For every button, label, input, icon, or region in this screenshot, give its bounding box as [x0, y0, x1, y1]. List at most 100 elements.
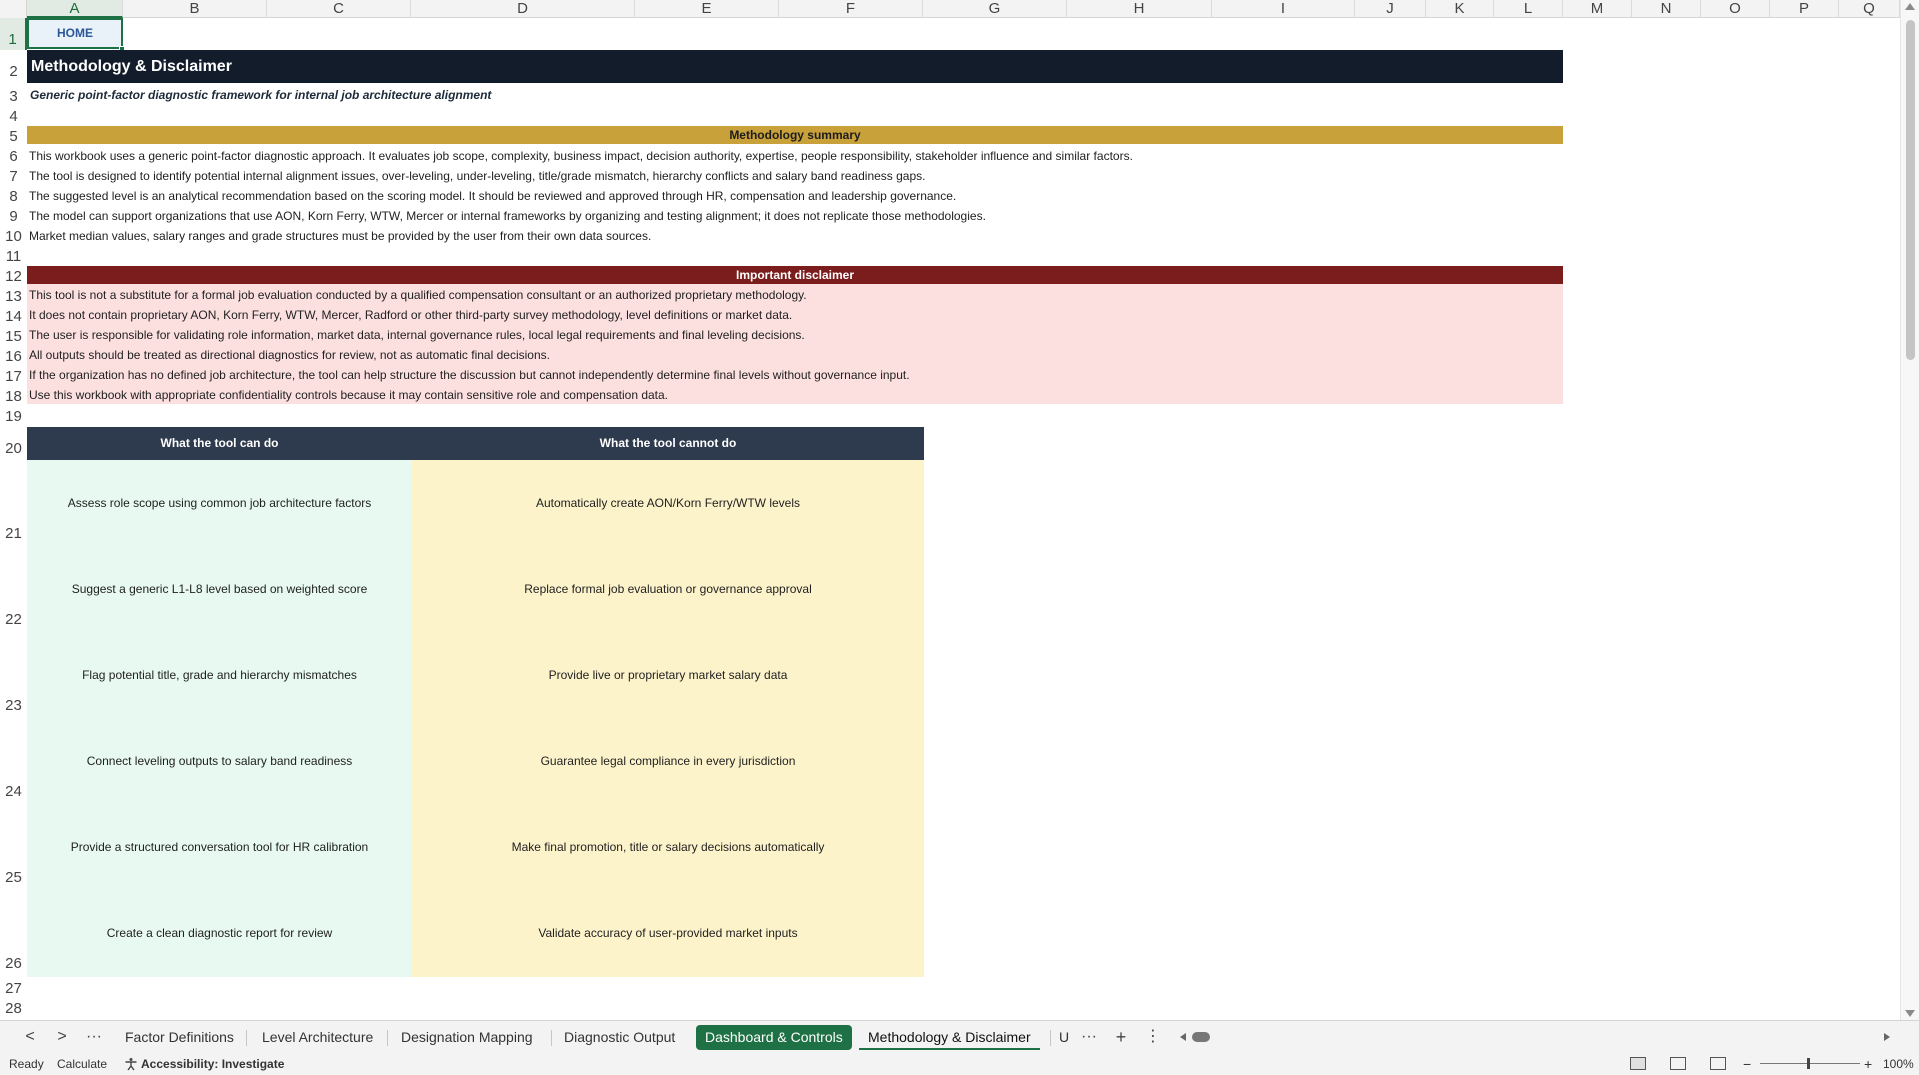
page-layout-view-icon[interactable] [1670, 1057, 1686, 1070]
status-ready: Ready [9, 1057, 44, 1071]
select-all-corner[interactable] [0, 0, 27, 18]
zoom-slider[interactable] [1760, 1063, 1860, 1064]
row-header-20[interactable]: 20 [0, 425, 27, 461]
zoom-out-button[interactable]: − [1743, 1053, 1751, 1075]
row-header-19[interactable]: 19 [0, 405, 27, 425]
column-header-c[interactable]: C [267, 0, 411, 18]
row-header-13[interactable]: 13 [0, 285, 27, 305]
cannot-do-item: Provide live or proprietary market salar… [548, 668, 788, 682]
scroll-right-icon[interactable] [1884, 1033, 1890, 1041]
column-header-d[interactable]: D [411, 0, 635, 18]
row-header-22[interactable]: 22 [0, 547, 27, 633]
tab-methodology-disclaimer[interactable]: Methodology & Disclaimer [859, 1025, 1040, 1050]
row-header-9[interactable]: 9 [0, 205, 27, 225]
column-header-i[interactable]: I [1212, 0, 1355, 18]
can-do-column [27, 460, 412, 977]
zoom-level[interactable]: 100% [1883, 1053, 1914, 1075]
row-header-15[interactable]: 15 [0, 325, 27, 345]
accessibility-icon[interactable] [123, 1053, 139, 1075]
row-header-14[interactable]: 14 [0, 305, 27, 325]
disclaimer-section-header: Important disclaimer [27, 266, 1563, 284]
tab-factor-definitions[interactable]: Factor Definitions [116, 1025, 243, 1050]
tab-separator [1050, 1030, 1051, 1046]
methodology-line: The suggested level is an analytical rec… [29, 189, 957, 203]
row-header-17[interactable]: 17 [0, 365, 27, 385]
methodology-line: The tool is designed to identify potenti… [29, 169, 926, 183]
column-header-e[interactable]: E [635, 0, 779, 18]
row-header-23[interactable]: 23 [0, 633, 27, 719]
next-sheet-button[interactable]: > [50, 1026, 74, 1048]
row-header-8[interactable]: 8 [0, 185, 27, 205]
prev-sheet-button[interactable]: < [18, 1026, 42, 1048]
column-header-m[interactable]: M [1563, 0, 1632, 18]
can-do-item: Flag potential title, grade and hierarch… [82, 668, 357, 682]
column-header-n[interactable]: N [1632, 0, 1701, 18]
row-header-24[interactable]: 24 [0, 719, 27, 805]
disclaimer-line: This tool is not a substitute for a form… [29, 288, 807, 302]
column-header-p[interactable]: P [1770, 0, 1839, 18]
tab-diagnostic-output[interactable]: Diagnostic Output [555, 1025, 684, 1050]
column-headers: A B C D E F G H I J K L M N O P Q [0, 0, 1900, 18]
scroll-down-icon[interactable] [1905, 1010, 1915, 1017]
normal-view-icon[interactable] [1630, 1057, 1646, 1070]
sheet-options-button[interactable]: ⋮ [1141, 1026, 1165, 1048]
column-header-f[interactable]: F [779, 0, 923, 18]
scroll-left-icon[interactable] [1180, 1033, 1186, 1041]
column-header-g[interactable]: G [923, 0, 1067, 18]
column-header-o[interactable]: O [1701, 0, 1770, 18]
tab-designation-mapping[interactable]: Designation Mapping [392, 1025, 542, 1050]
row-header-26[interactable]: 26 [0, 891, 27, 977]
row-header-7[interactable]: 7 [0, 165, 27, 185]
row-header-2[interactable]: 2 [0, 50, 27, 85]
scroll-up-icon[interactable] [1905, 3, 1915, 10]
row-header-21[interactable]: 21 [0, 461, 27, 547]
sheet-grid[interactable]: HOME Methodology & Disclaimer Generic po… [27, 18, 1900, 1018]
overflow-more-button[interactable]: ··· [1077, 1026, 1101, 1048]
can-do-item: Create a clean diagnostic report for rev… [106, 926, 333, 940]
row-header-10[interactable]: 10 [0, 225, 27, 245]
column-header-h[interactable]: H [1067, 0, 1212, 18]
row-header-28[interactable]: 28 [0, 997, 27, 1017]
home-link-cell[interactable]: HOME [27, 18, 123, 49]
column-header-q[interactable]: Q [1839, 0, 1900, 18]
row-header-18[interactable]: 18 [0, 385, 27, 405]
zoom-in-button[interactable]: + [1864, 1053, 1872, 1075]
zoom-slider-thumb[interactable] [1807, 1058, 1810, 1069]
page-break-view-icon[interactable] [1710, 1057, 1726, 1070]
methodology-section-header: Methodology summary [27, 126, 1563, 144]
column-header-k[interactable]: K [1426, 0, 1494, 18]
vertical-scrollbar[interactable] [1900, 0, 1919, 1020]
status-bar: Ready Calculate Accessibility: Investiga… [0, 1053, 1919, 1075]
row-header-16[interactable]: 16 [0, 345, 27, 365]
row-headers: 1 2 3 4 5 6 7 8 9 10 11 12 13 14 15 16 1… [0, 18, 27, 1018]
tab-dashboard-controls[interactable]: Dashboard & Controls [696, 1025, 852, 1050]
more-sheets-button[interactable]: ··· [82, 1026, 106, 1048]
disclaimer-line: The user is responsible for validating r… [29, 328, 805, 342]
horizontal-scrollbar[interactable] [1180, 1032, 1890, 1042]
add-sheet-button[interactable]: + [1109, 1026, 1133, 1048]
column-header-a[interactable]: A [27, 0, 123, 18]
column-header-j[interactable]: J [1355, 0, 1426, 18]
tab-overflow[interactable]: U [1055, 1025, 1073, 1050]
vertical-scroll-thumb[interactable] [1906, 20, 1915, 360]
row-header-25[interactable]: 25 [0, 805, 27, 891]
disclaimer-line: It does not contain proprietary AON, Kor… [29, 308, 793, 322]
cannot-do-item: Guarantee legal compliance in every juri… [540, 754, 796, 768]
calculate-button[interactable]: Calculate [57, 1053, 107, 1075]
row-header-1[interactable]: 1 [0, 18, 27, 50]
row-header-3[interactable]: 3 [0, 85, 27, 105]
row-header-11[interactable]: 11 [0, 245, 27, 265]
row-header-4[interactable]: 4 [0, 105, 27, 125]
row-header-5[interactable]: 5 [0, 125, 27, 145]
row-header-6[interactable]: 6 [0, 145, 27, 165]
accessibility-status[interactable]: Accessibility: Investigate [141, 1053, 284, 1075]
column-header-b[interactable]: B [123, 0, 267, 18]
tab-separator [551, 1030, 552, 1046]
row-header-12[interactable]: 12 [0, 265, 27, 285]
page-title: Methodology & Disclaimer [27, 50, 1563, 83]
horizontal-scroll-thumb[interactable] [1192, 1032, 1210, 1042]
row-header-27[interactable]: 27 [0, 977, 27, 997]
column-header-l[interactable]: L [1494, 0, 1563, 18]
tab-level-architecture[interactable]: Level Architecture [253, 1025, 382, 1050]
cannot-do-item: Validate accuracy of user-provided marke… [538, 926, 798, 940]
